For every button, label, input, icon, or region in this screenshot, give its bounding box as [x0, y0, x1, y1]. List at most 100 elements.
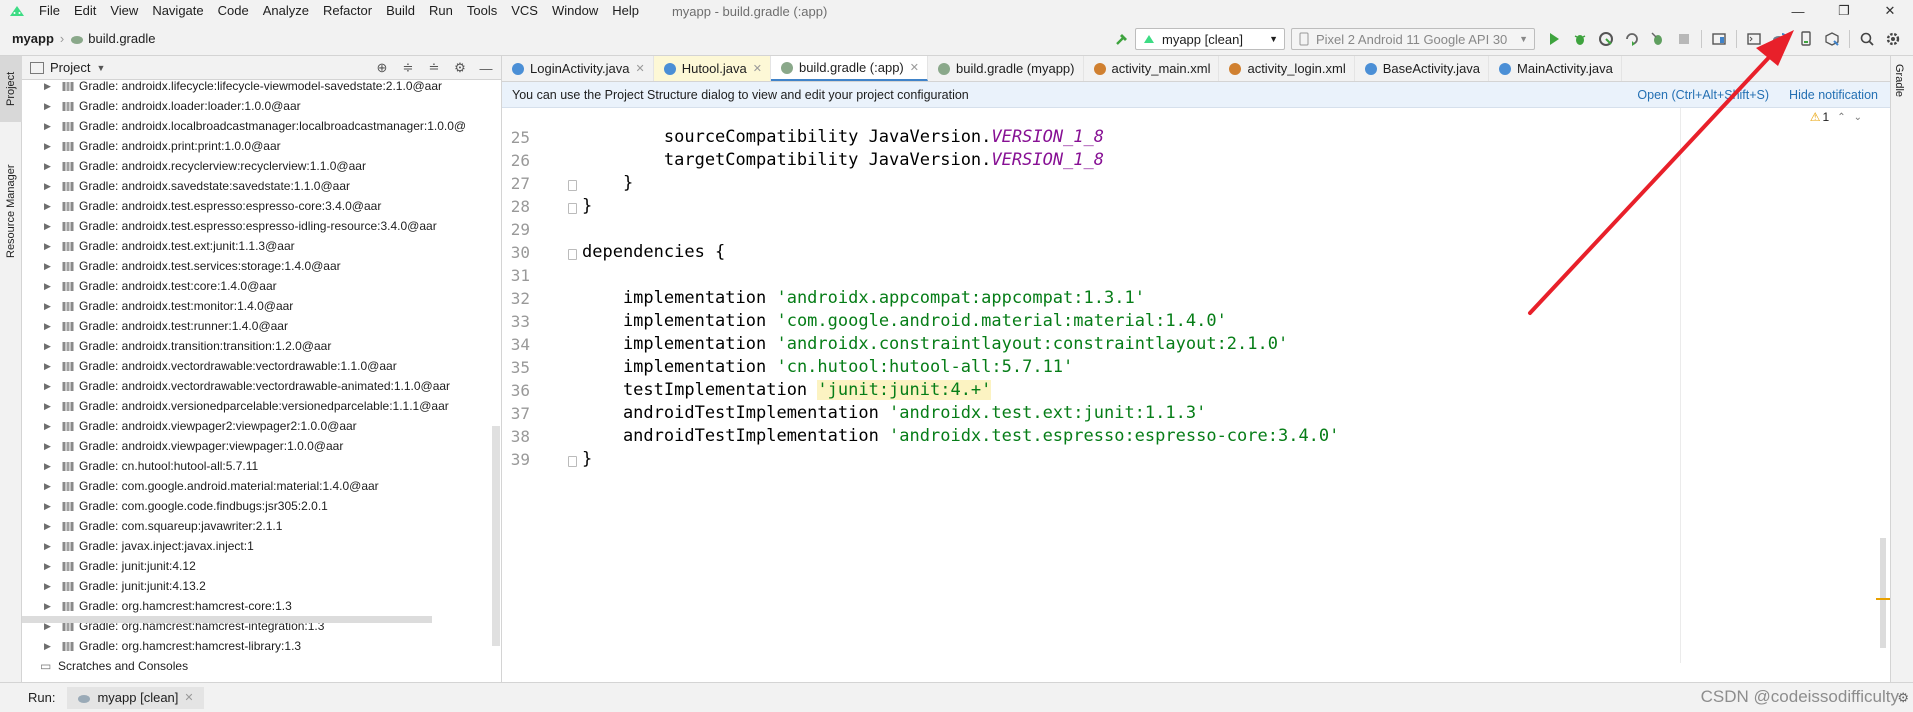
- close-icon[interactable]: ✕: [635, 62, 644, 75]
- tree-item[interactable]: ▶ Gradle: junit:junit:4.13.2: [22, 576, 206, 596]
- previous-highlight-icon[interactable]: ⌃: [1837, 112, 1845, 123]
- chevron-right-icon[interactable]: ▶: [44, 221, 56, 232]
- tree-item[interactable]: ▶ Gradle: com.google.android.material:mat…: [22, 476, 379, 496]
- chevron-right-icon[interactable]: ▶: [44, 201, 56, 212]
- code-string-highlighted[interactable]: 'junit:junit:4.+': [817, 380, 992, 400]
- menu-vcs[interactable]: VCS: [504, 0, 545, 22]
- close-icon[interactable]: ✕: [184, 691, 193, 704]
- chevron-right-icon[interactable]: ▶: [44, 601, 56, 612]
- chevron-right-icon[interactable]: ▶: [44, 581, 56, 592]
- collapse-all-icon[interactable]: ≐: [421, 60, 447, 76]
- expand-all-icon[interactable]: ≑: [395, 60, 421, 76]
- chevron-right-icon[interactable]: ▶: [44, 461, 56, 472]
- tree-item[interactable]: ▶ Gradle: androidx.test.espresso:espresso…: [22, 216, 437, 236]
- tree-item[interactable]: ▶ Gradle: cn.hutool:hutool-all:5.7.11: [22, 456, 258, 476]
- tree-item[interactable]: ▶ Gradle: androidx.test.services:storage:…: [22, 256, 341, 276]
- chevron-right-icon[interactable]: ▶: [44, 141, 56, 152]
- chevron-right-icon[interactable]: ▶: [44, 501, 56, 512]
- next-highlight-icon[interactable]: ⌄: [1854, 112, 1862, 123]
- tree-item[interactable]: ▶ Gradle: androidx.print:print:1.0.0@aar: [22, 136, 281, 156]
- warning-stripe-mark[interactable]: [1876, 598, 1890, 600]
- tree-item[interactable]: ▶ Gradle: com.google.code.findbugs:jsr305…: [22, 496, 328, 516]
- hammer-build-icon[interactable]: [1110, 27, 1134, 51]
- fold-marker-icon[interactable]: [568, 249, 577, 260]
- tree-item[interactable]: ▶ Gradle: androidx.viewpager:viewpager:1.…: [22, 436, 343, 456]
- chevron-right-icon[interactable]: ▶: [44, 121, 56, 132]
- profile-icon[interactable]: [1594, 27, 1618, 51]
- hide-notification-link[interactable]: Hide notification: [1789, 88, 1878, 102]
- tree-item[interactable]: ▶ Gradle: androidx.versionedparcelable:ve…: [22, 396, 449, 416]
- apply-changes-icon[interactable]: [1620, 27, 1644, 51]
- inspection-widget[interactable]: ⚠ 1 ⌃ ⌄: [1810, 110, 1862, 124]
- restore-button[interactable]: ❐: [1821, 0, 1867, 22]
- terminal-icon[interactable]: [1742, 27, 1766, 51]
- tree-item[interactable]: ▶ Gradle: org.hamcrest:hamcrest-library:1…: [22, 636, 301, 656]
- close-icon[interactable]: ✕: [753, 62, 762, 75]
- chevron-down-icon[interactable]: ▼: [96, 63, 105, 73]
- tree-item[interactable]: ▶ Gradle: androidx.loader:loader:1.0.0@aa…: [22, 96, 301, 116]
- menu-help[interactable]: Help: [605, 0, 646, 22]
- chevron-right-icon[interactable]: ▶: [44, 561, 56, 572]
- project-tool-tab[interactable]: Project: [0, 56, 22, 122]
- menu-window[interactable]: Window: [545, 0, 605, 22]
- chevron-right-icon[interactable]: ▶: [44, 421, 56, 432]
- editor-tab[interactable]: LoginActivity.java ✕: [502, 56, 654, 81]
- locate-file-icon[interactable]: ⊕: [369, 60, 395, 76]
- close-button[interactable]: ✕: [1867, 0, 1913, 22]
- chevron-right-icon[interactable]: ▶: [44, 361, 56, 372]
- menu-code[interactable]: Code: [211, 0, 256, 22]
- gear-icon[interactable]: [1881, 27, 1905, 51]
- tree-item[interactable]: ▶ Gradle: androidx.test:runner:1.4.0@aar: [22, 316, 288, 336]
- fold-marker-icon[interactable]: [568, 203, 577, 214]
- tree-item[interactable]: ▶ Gradle: androidx.savedstate:savedstate:…: [22, 176, 350, 196]
- chevron-right-icon[interactable]: ▶: [44, 641, 56, 652]
- fold-marker-icon[interactable]: [568, 456, 577, 467]
- chevron-right-icon[interactable]: ▶: [44, 161, 56, 172]
- tree-item[interactable]: ▶ Gradle: androidx.test:monitor:1.4.0@aar: [22, 296, 293, 316]
- chevron-right-icon[interactable]: ▶: [44, 241, 56, 252]
- menu-file[interactable]: File: [32, 0, 67, 22]
- run-tab[interactable]: myapp [clean] ✕: [67, 686, 204, 709]
- chevron-right-icon[interactable]: ▶: [44, 321, 56, 332]
- tree-item[interactable]: ▶ Gradle: androidx.test.ext:junit:1.1.3@a…: [22, 236, 295, 256]
- tree-item[interactable]: ▶ Gradle: androidx.vectordrawable:vectord…: [22, 356, 397, 376]
- chevron-right-icon[interactable]: ▶: [44, 261, 56, 272]
- chevron-right-icon[interactable]: ▶: [44, 101, 56, 112]
- code-editor[interactable]: ⚠ 1 ⌃ ⌄ 25 sourceCompatibility JavaVersi…: [502, 108, 1890, 663]
- tree-item[interactable]: ▶ Gradle: androidx.viewpager2:viewpager2:…: [22, 416, 357, 436]
- run-icon[interactable]: [1542, 27, 1566, 51]
- chevron-right-icon[interactable]: ▶: [44, 341, 56, 352]
- menu-tools[interactable]: Tools: [460, 0, 504, 22]
- menu-navigate[interactable]: Navigate: [145, 0, 210, 22]
- breadcrumb-file[interactable]: build.gradle: [88, 31, 155, 46]
- tree-item[interactable]: ▶ Gradle: javax.inject:javax.inject:1: [22, 536, 254, 556]
- stop-icon[interactable]: [1672, 27, 1696, 51]
- tree-item[interactable]: ▶ Gradle: org.hamcrest:hamcrest-core:1.3: [22, 596, 292, 616]
- fold-marker-icon[interactable]: [568, 180, 577, 191]
- tree-item[interactable]: ▶ Gradle: androidx.recyclerview:recyclerv…: [22, 156, 366, 176]
- menu-view[interactable]: View: [103, 0, 145, 22]
- sdk-manager-icon[interactable]: [1820, 27, 1844, 51]
- chevron-right-icon[interactable]: ▶: [44, 281, 56, 292]
- editor-tab[interactable]: Hutool.java ✕: [653, 56, 771, 81]
- tree-item[interactable]: ▶ Gradle: androidx.vectordrawable:vectord…: [22, 376, 450, 396]
- search-icon[interactable]: [1855, 27, 1879, 51]
- tree-item[interactable]: ▶ Gradle: androidx.test.espresso:espresso…: [22, 196, 381, 216]
- editor-tab[interactable]: build.gradle (:app) ✕: [770, 56, 928, 81]
- project-view-select[interactable]: Project: [50, 60, 90, 75]
- debug-icon[interactable]: [1568, 27, 1592, 51]
- gradle-tool-tab[interactable]: Gradle: [1893, 64, 1905, 97]
- editor-tab[interactable]: MainActivity.java: [1489, 56, 1622, 81]
- gear-icon[interactable]: ⚙: [1897, 690, 1909, 706]
- editor-tab[interactable]: activity_login.xml: [1219, 56, 1355, 81]
- editor-tab[interactable]: BaseActivity.java: [1355, 56, 1490, 81]
- tree-item[interactable]: ▶ Gradle: com.squareup:javawriter:2.1.1: [22, 516, 282, 536]
- chevron-right-icon[interactable]: ▶: [44, 401, 56, 412]
- breadcrumb-project[interactable]: myapp: [12, 31, 54, 46]
- menu-build[interactable]: Build: [379, 0, 422, 22]
- menu-edit[interactable]: Edit: [67, 0, 103, 22]
- sync-gradle-icon[interactable]: [1768, 27, 1792, 51]
- device-select[interactable]: Pixel 2 Android 11 Google API 30 ▼: [1291, 28, 1535, 50]
- editor-scrollbar[interactable]: [1880, 538, 1886, 648]
- chevron-right-icon[interactable]: ▶: [44, 441, 56, 452]
